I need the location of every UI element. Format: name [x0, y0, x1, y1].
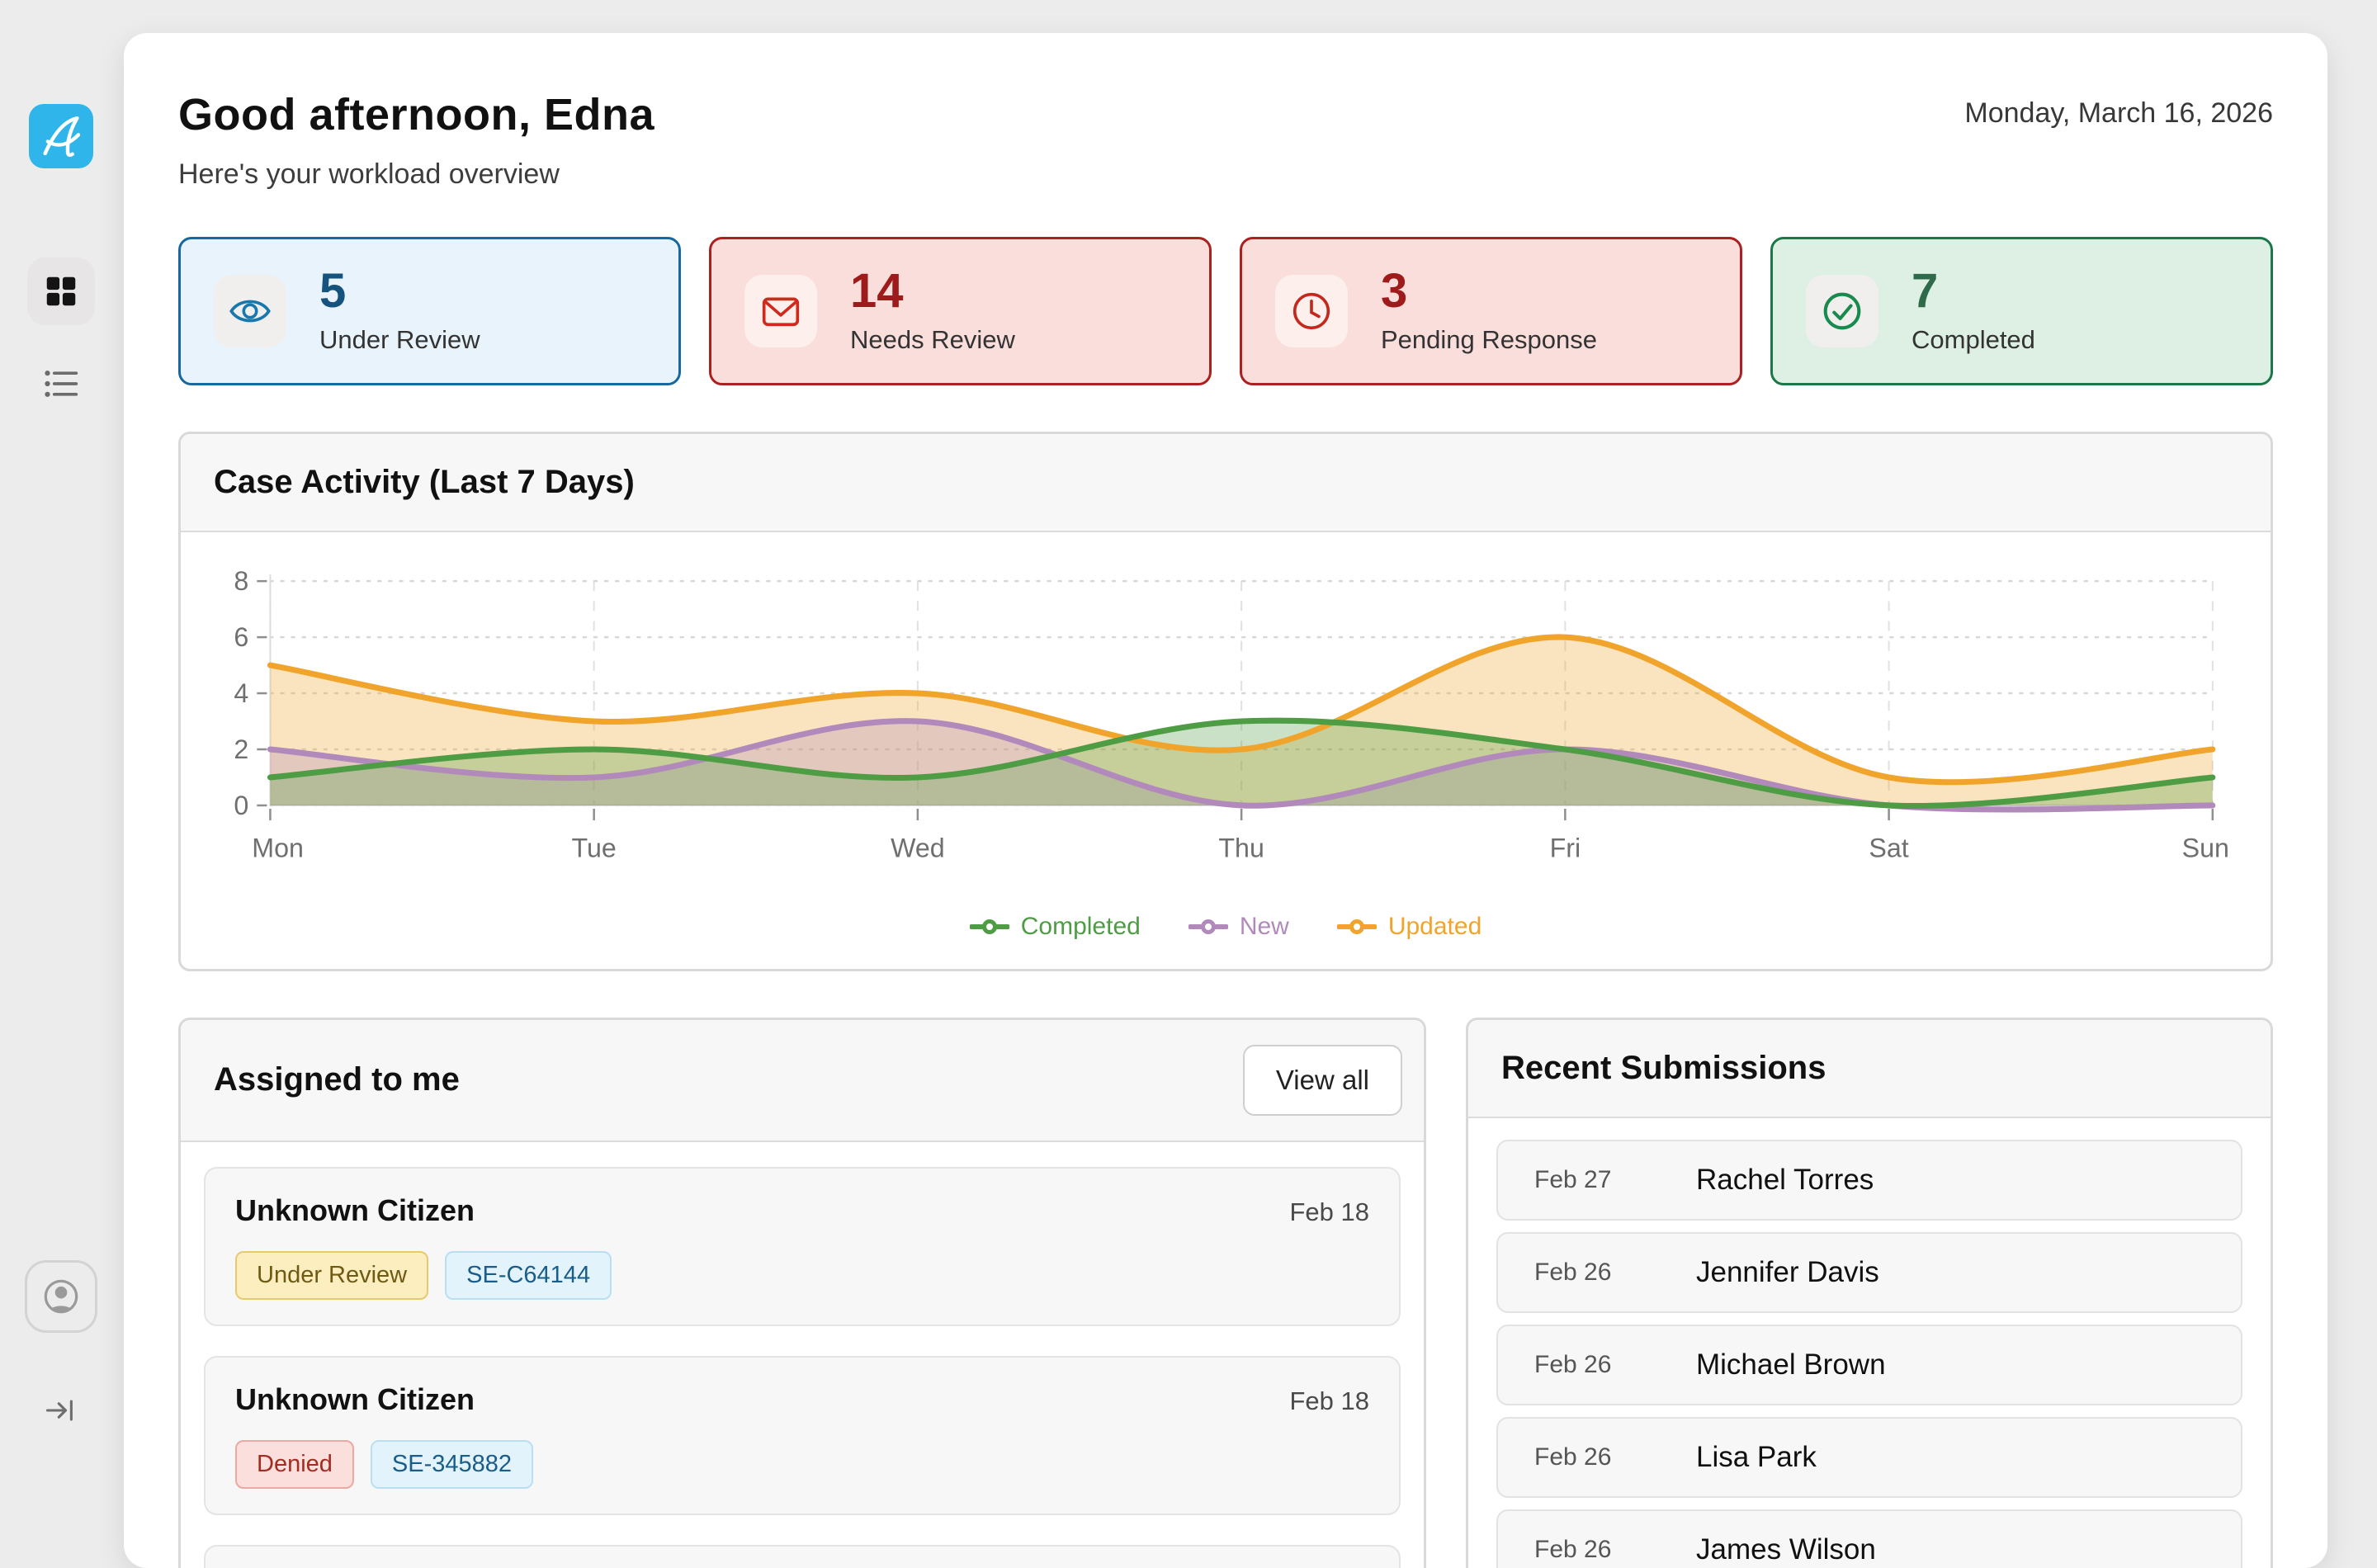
view-all-button[interactable]: View all — [1243, 1045, 1402, 1116]
stat-card-under-review[interactable]: 5 Under Review — [178, 237, 681, 385]
stat-value: 5 — [319, 267, 480, 315]
recent-panel-header: Recent Submissions — [1468, 1020, 2271, 1118]
submission-date: Feb 26 — [1534, 1351, 1696, 1379]
submission-date: Feb 26 — [1534, 1443, 1696, 1471]
sidebar-item-dashboard[interactable] — [27, 257, 95, 325]
stat-card-completed[interactable]: 7 Completed — [1770, 237, 2273, 385]
svg-text:8: 8 — [234, 566, 248, 596]
recent-title: Recent Submissions — [1501, 1050, 1826, 1087]
stat-label: Under Review — [319, 325, 480, 355]
stat-label: Completed — [1912, 325, 2035, 355]
mail-icon — [759, 290, 802, 333]
submission-row[interactable]: Feb 26 James Wilson — [1496, 1509, 2242, 1568]
assigned-list: Unknown Citizen Feb 18 Under Review SE-C… — [181, 1142, 1424, 1568]
check-circle-icon — [1821, 290, 1864, 333]
submission-date: Feb 26 — [1534, 1536, 1696, 1564]
svg-text:0: 0 — [234, 791, 248, 820]
clock-icon — [1290, 290, 1333, 333]
case-date: Feb 18 — [1289, 1386, 1369, 1416]
page-title: Good afternoon, Edna — [178, 89, 655, 140]
stat-card-pending-response[interactable]: 3 Pending Response — [1240, 237, 1742, 385]
logo-a-icon — [37, 112, 85, 160]
app-logo[interactable] — [29, 104, 93, 168]
submission-date: Feb 26 — [1534, 1259, 1696, 1287]
submission-date: Feb 27 — [1534, 1166, 1696, 1194]
eye-icon — [229, 290, 272, 333]
user-circle-icon — [40, 1275, 83, 1318]
case-list-item[interactable]: Unknown Citizen Feb 18 Under Review SE-C… — [204, 1167, 1401, 1326]
case-name: Unknown Citizen — [235, 1382, 475, 1417]
svg-text:Thu: Thu — [1218, 833, 1264, 862]
legend-label: Updated — [1388, 913, 1481, 941]
stat-value: 14 — [850, 267, 1015, 315]
legend-label: New — [1240, 913, 1289, 941]
assigned-panel-header: Assigned to me View all — [181, 1020, 1424, 1142]
case-id-badge: SE-C64144 — [445, 1251, 612, 1300]
case-list-item[interactable]: Mike Schuck Feb 24 Approved SE-R1A975 — [204, 1545, 1401, 1568]
case-activity-panel: Case Activity (Last 7 Days) 0 2 4 6 8 Mon Tue W… — [178, 432, 2273, 971]
submission-row[interactable]: Feb 26 Lisa Park — [1496, 1417, 2242, 1498]
submission-name: Michael Brown — [1696, 1348, 1886, 1381]
stat-value: 7 — [1912, 267, 2035, 315]
case-name: Unknown Citizen — [235, 1193, 475, 1228]
svg-text:Sat: Sat — [1869, 833, 1908, 862]
stat-value: 3 — [1381, 267, 1597, 315]
chart-body: 0 2 4 6 8 Mon Tue Wed Thu Fri Sat Sun Completed New — [181, 532, 2271, 969]
svg-text:6: 6 — [234, 622, 248, 652]
legend-marker-icon — [1188, 918, 1228, 936]
case-list-item[interactable]: Unknown Citizen Feb 18 Denied SE-345882 — [204, 1356, 1401, 1515]
stat-icon-box — [1806, 275, 1878, 347]
collapse-sidebar-button[interactable] — [43, 1392, 79, 1431]
legend-marker-icon — [1337, 918, 1377, 936]
submission-row[interactable]: Feb 26 Jennifer Davis — [1496, 1232, 2242, 1313]
sidebar-item-list[interactable] — [27, 350, 95, 418]
current-date: Monday, March 16, 2026 — [1964, 97, 2273, 130]
account-button[interactable] — [25, 1260, 97, 1333]
legend-item-completed[interactable]: Completed — [970, 913, 1141, 941]
legend-marker-icon — [970, 918, 1009, 936]
page-subtitle: Here's your workload overview — [178, 158, 655, 191]
grid-icon — [42, 272, 80, 310]
stat-icon-box — [214, 275, 286, 347]
submission-row[interactable]: Feb 26 Michael Brown — [1496, 1325, 2242, 1405]
sidebar — [0, 0, 122, 1485]
status-badge: Under Review — [235, 1251, 428, 1300]
submission-name: Lisa Park — [1696, 1441, 1817, 1474]
arrow-to-bar-icon — [43, 1392, 79, 1429]
case-date: Feb 18 — [1289, 1197, 1369, 1227]
svg-text:Fri: Fri — [1550, 833, 1581, 862]
assigned-title: Assigned to me — [214, 1061, 460, 1098]
main-content-card: Good afternoon, Edna Here's your workloa… — [124, 33, 2327, 1568]
activity-chart: 0 2 4 6 8 Mon Tue Wed Thu Fri Sat Sun — [220, 560, 2231, 909]
status-badge: Denied — [235, 1440, 354, 1489]
submission-name: Jennifer Davis — [1696, 1256, 1879, 1289]
chart-panel-header: Case Activity (Last 7 Days) — [181, 434, 2271, 532]
svg-text:Tue: Tue — [572, 833, 617, 862]
svg-text:2: 2 — [234, 734, 248, 764]
stat-label: Pending Response — [1381, 325, 1597, 355]
stat-label: Needs Review — [850, 325, 1015, 355]
submission-row[interactable]: Feb 27 Rachel Torres — [1496, 1140, 2242, 1221]
sidebar-footer — [25, 1260, 97, 1431]
submission-name: James Wilson — [1696, 1533, 1876, 1566]
legend-item-new[interactable]: New — [1188, 913, 1289, 941]
list-icon — [43, 366, 79, 402]
case-id-badge: SE-345882 — [371, 1440, 533, 1489]
svg-text:Sun: Sun — [2182, 833, 2229, 862]
legend-item-updated[interactable]: Updated — [1337, 913, 1481, 941]
chart-title: Case Activity (Last 7 Days) — [214, 464, 635, 501]
stat-icon-box — [1275, 275, 1348, 347]
svg-text:4: 4 — [234, 678, 248, 708]
legend-label: Completed — [1021, 913, 1141, 941]
recent-submissions-list: Feb 27 Rachel Torres Feb 26 Jennifer Dav… — [1468, 1118, 2271, 1568]
stats-row: 5 Under Review 14 Needs Review — [178, 237, 2273, 385]
stat-icon-box — [744, 275, 817, 347]
svg-text:Wed: Wed — [891, 833, 945, 862]
page-header: Good afternoon, Edna Here's your workloa… — [178, 89, 2273, 191]
chart-legend: Completed New Updated — [220, 913, 2231, 946]
stat-card-needs-review[interactable]: 14 Needs Review — [709, 237, 1212, 385]
submission-name: Rachel Torres — [1696, 1164, 1874, 1197]
svg-text:Mon: Mon — [252, 833, 304, 862]
